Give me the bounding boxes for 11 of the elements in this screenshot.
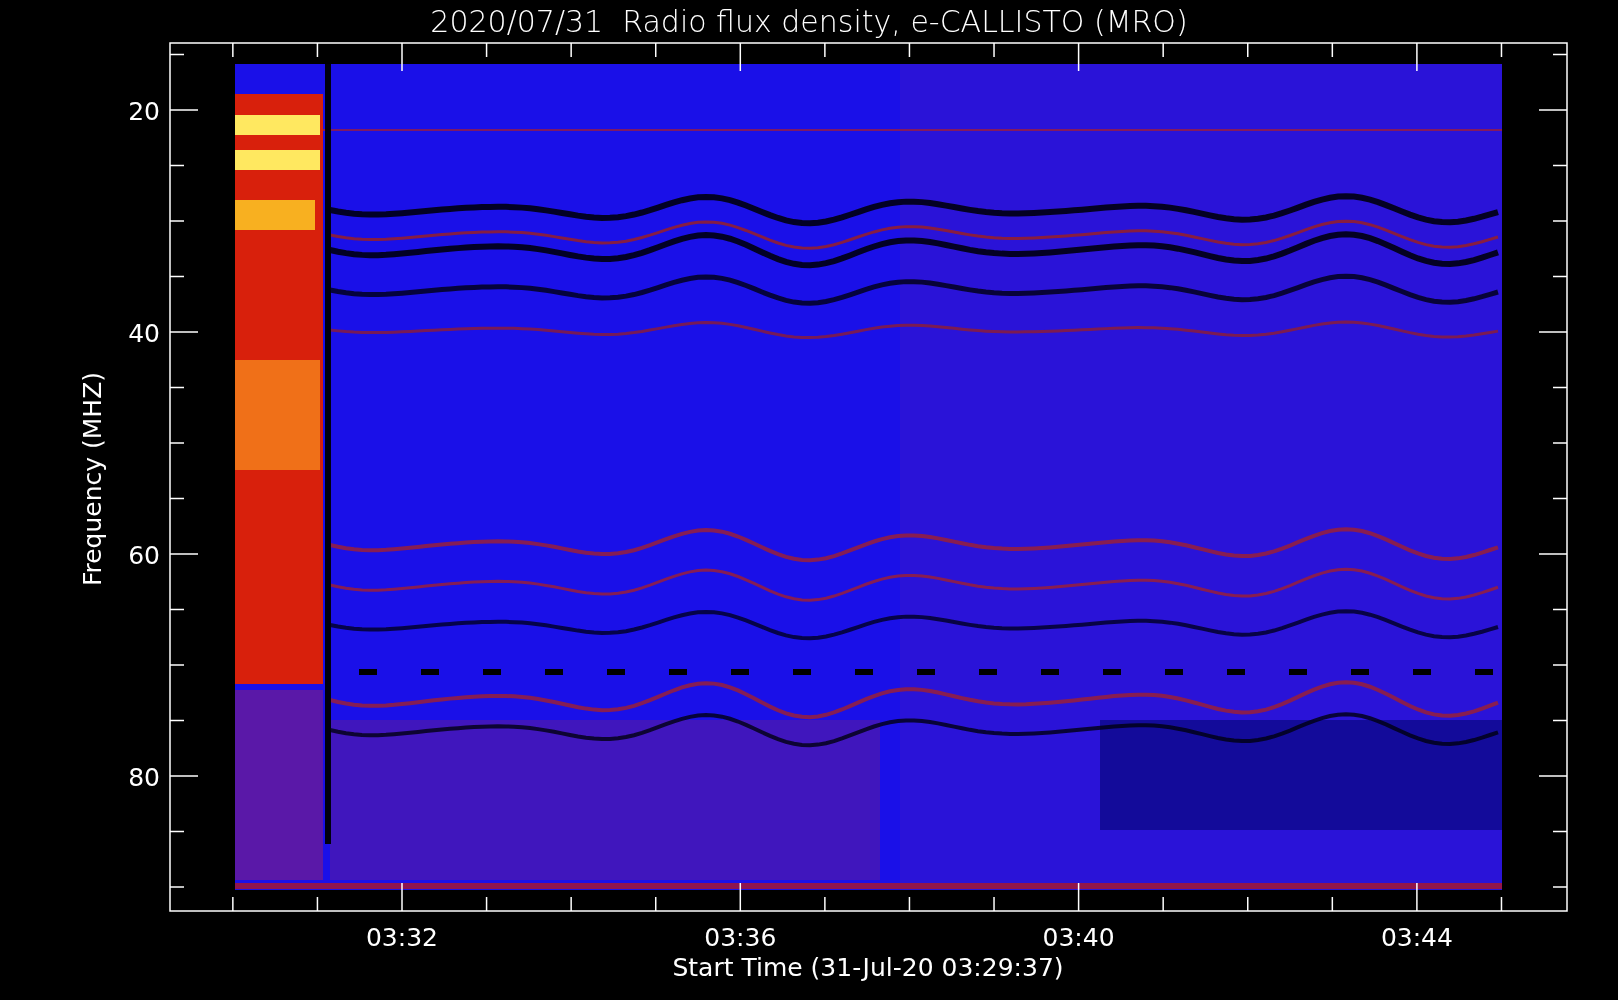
axis-tick-label: 20 <box>128 97 160 126</box>
axis-tick-label: 03:44 <box>1380 923 1453 952</box>
axis-tick-label: 03:36 <box>704 923 777 952</box>
axis-tick-label: 60 <box>128 541 160 570</box>
axis-tick-label: 03:40 <box>1042 923 1115 952</box>
axis-title: Frequency (MHZ) <box>78 371 107 587</box>
axis-tick-label: 80 <box>128 763 160 792</box>
axis-title: Start Time (31-Jul-20 03:29:37) <box>672 953 1064 982</box>
axis-tick-label: 40 <box>128 319 160 348</box>
plot-title: 2020/07/31 Radio flux density, e-CALLISTO (MRO) <box>430 4 1188 39</box>
axis-tick-label: 03:32 <box>366 923 438 952</box>
